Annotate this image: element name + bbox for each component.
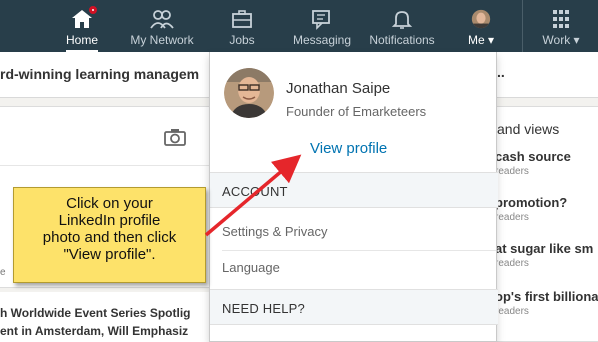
nav-my-network-label: My Network — [130, 33, 194, 47]
profile-name: Jonathan Saipe — [286, 80, 391, 97]
me-dropdown: Jonathan Saipe Founder of Emarketeers Vi… — [209, 52, 498, 342]
nav-notifications-label: Notifications — [369, 33, 435, 47]
top-nav: Home My Network Jobs Messaging Notificat… — [0, 0, 598, 52]
callout-line-1: Click on your — [66, 195, 153, 212]
language-link[interactable]: Language — [222, 260, 280, 275]
nav-work[interactable]: Work ▾ — [532, 0, 590, 52]
messaging-icon — [312, 10, 330, 30]
settings-privacy-link[interactable]: Settings & Privacy — [222, 224, 328, 239]
list-item[interactable]: op's first billiona readers — [495, 289, 598, 317]
nav-messaging[interactable]: Messaging — [289, 0, 355, 52]
chevron-down-icon: ▾ — [487, 33, 495, 47]
nav-notifications[interactable]: Notifications — [364, 0, 440, 52]
nav-messaging-label: Messaging — [292, 33, 352, 47]
list-item-title: op's first billiona — [495, 289, 598, 304]
callout-line-4: "View profile". — [63, 246, 156, 263]
list-item-sub: readers — [495, 166, 529, 177]
camera-icon[interactable] — [164, 127, 186, 147]
banner-text: rd-winning learning managem — [0, 66, 200, 82]
account-section-header: ACCOUNT — [210, 172, 498, 208]
nav-work-label: Work ▾ — [542, 33, 580, 47]
list-item-sub: readers — [495, 212, 529, 223]
card-text-fragment: e — [0, 267, 6, 278]
nav-home-label: Home — [65, 33, 98, 47]
banner-ellipsis: .. — [497, 64, 505, 80]
callout-line-3: photo and then click — [42, 229, 177, 246]
account-header-label: ACCOUNT — [222, 184, 288, 199]
news-line-2: ent in Amsterdam, Will Emphasiz — [0, 324, 189, 338]
sidebar-title: and views — [497, 121, 560, 137]
list-item-sub: readers — [495, 258, 529, 269]
notification-badge — [87, 4, 99, 16]
list-item-title: at sugar like sm — [495, 241, 594, 256]
chevron-down-icon: ▾ — [573, 33, 580, 47]
nav-me-label: Me ▾ — [467, 33, 495, 47]
help-header-label: NEED HELP? — [222, 301, 305, 316]
list-item[interactable]: promotion? readers — [495, 195, 567, 223]
grid-icon — [553, 10, 569, 28]
help-section-header: NEED HELP? — [210, 289, 498, 325]
news-item[interactable]: h Worldwide Event Series Spotlig ent in … — [0, 292, 210, 342]
nav-me[interactable]: Me ▾ — [458, 0, 504, 52]
divider — [222, 250, 496, 251]
view-profile-link[interactable]: View profile — [310, 140, 387, 157]
nav-jobs-label: Jobs — [229, 33, 255, 47]
divider — [0, 165, 209, 166]
bell-icon — [391, 11, 413, 29]
list-item[interactable]: cash source readers — [495, 149, 571, 177]
profile-photo[interactable] — [224, 68, 274, 118]
list-item[interactable]: at sugar like sm readers — [495, 241, 593, 269]
nav-home[interactable]: Home — [60, 0, 104, 52]
news-line-1: h Worldwide Event Series Spotlig — [0, 306, 191, 320]
instruction-callout: Click on your LinkedIn profile photo and… — [13, 187, 206, 283]
nav-jobs[interactable]: Jobs — [222, 0, 262, 52]
nav-my-network[interactable]: My Network — [124, 0, 200, 52]
list-item-sub: readers — [495, 306, 529, 317]
callout-text: Click on your LinkedIn profile photo and… — [20, 195, 199, 263]
avatar — [471, 9, 491, 29]
list-item-title: cash source — [495, 149, 571, 164]
profile-headline: Founder of Emarketeers — [286, 104, 427, 119]
nav-divider — [522, 0, 523, 52]
network-icon — [150, 10, 174, 29]
list-item-title: promotion? — [495, 195, 568, 210]
callout-line-2: LinkedIn profile — [58, 212, 161, 229]
briefcase-icon — [232, 10, 252, 28]
